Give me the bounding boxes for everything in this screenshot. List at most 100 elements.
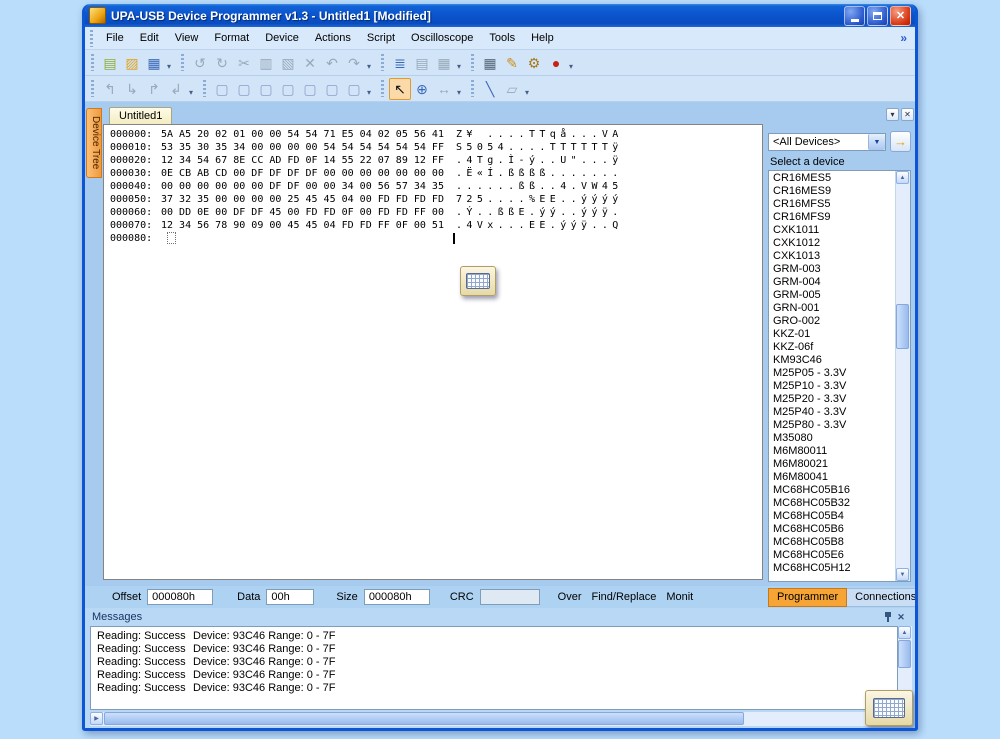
messages-log[interactable]: Reading: SuccessDevice: 93C46 Range: 0 -…	[90, 626, 898, 710]
toolbar-overflow-chevron[interactable]: ▾	[189, 88, 193, 100]
device-filter-combo[interactable]: <All Devices> ▼	[768, 133, 886, 151]
menu-item[interactable]: View	[167, 29, 207, 47]
menu-item[interactable]: Tools	[481, 29, 523, 47]
device-list-item[interactable]: MC68HC05B6	[769, 523, 896, 536]
device-list-item[interactable]: GRM-005	[769, 289, 896, 302]
messages-horizontal-scrollbar[interactable]: ◀ ▶	[90, 712, 898, 726]
hex-bytes[interactable]: 12 34 56 78 90 09 00 45 45 04 FD FD FF 0…	[161, 219, 456, 232]
messages-close-button[interactable]: ✕	[894, 611, 908, 624]
device-list-item[interactable]: KKZ-06f	[769, 341, 896, 354]
hex-ascii[interactable]: .Ë«Í.ßßßß.......	[456, 168, 623, 179]
toolbar-overflow-chevron[interactable]: ▾	[569, 62, 573, 74]
hex-bytes[interactable]: 5A A5 20 02 01 00 00 54 54 71 E5 04 02 0…	[161, 128, 456, 141]
device-list-item[interactable]: M25P80 - 3.3V	[769, 419, 896, 432]
toolbar-overflow-chevron[interactable]: ▾	[457, 62, 461, 74]
menu-grip[interactable]	[90, 30, 93, 47]
device-list-item[interactable]: GRM-004	[769, 276, 896, 289]
dword-mode-button[interactable]: ▢	[255, 78, 277, 100]
hex-bytes[interactable]: 00 00 00 00 00 00 DF DF 00 00 34 00 56 5…	[161, 180, 456, 193]
hex-bytes[interactable]: 37 32 35 00 00 00 00 25 45 45 04 00 FD F…	[161, 193, 456, 206]
script-editor-button[interactable]: ✎	[501, 52, 523, 74]
report-button[interactable]: ≣	[389, 52, 411, 74]
debug-button[interactable]: ●	[545, 52, 567, 74]
hex-editor[interactable]: 000000:5A A5 20 02 01 00 00 54 54 71 E5 …	[103, 124, 763, 580]
device-list-item[interactable]: KKZ-01	[769, 328, 896, 341]
draw-line-button[interactable]: ╲	[479, 78, 501, 100]
byte-mode-button[interactable]: ▢	[211, 78, 233, 100]
paste-block-button[interactable]: ▢	[321, 78, 343, 100]
toolbar-overflow-chevron[interactable]: ▾	[457, 88, 461, 100]
device-list-item[interactable]: CXK1013	[769, 250, 896, 263]
menu-item[interactable]: Oscilloscope	[403, 29, 481, 47]
toolbar-grip[interactable]	[203, 80, 206, 97]
device-list[interactable]: CR16MES5CR16MES9CR16MFS5CR16MFS9CXK1011C…	[768, 170, 911, 582]
hex-bytes[interactable]: 53 35 30 35 34 00 00 00 00 54 54 54 54 5…	[161, 141, 456, 154]
offset-field[interactable]: 000080h	[147, 589, 213, 605]
measure-tool-button[interactable]: ▱	[501, 78, 523, 100]
device-list-item[interactable]: M25P20 - 3.3V	[769, 393, 896, 406]
device-list-item[interactable]: MC68HC05B4	[769, 510, 896, 523]
tab-programmer[interactable]: Programmer	[768, 588, 847, 607]
device-list-item[interactable]: CR16MES9	[769, 185, 896, 198]
toolbar-overflow-chevron[interactable]: ▾	[167, 62, 171, 74]
menu-item[interactable]: Format	[206, 29, 257, 47]
device-list-item[interactable]: MC68HC05B8	[769, 536, 896, 549]
close-button[interactable]: ✕	[890, 6, 911, 26]
menu-item[interactable]: Help	[523, 29, 562, 47]
pin-button[interactable]	[880, 611, 894, 624]
delete-button[interactable]: ✕	[299, 52, 321, 74]
scroll-right-button[interactable]: ▶	[90, 712, 103, 725]
device-list-item[interactable]: M6M80011	[769, 445, 896, 458]
device-list-item[interactable]: M35080	[769, 432, 896, 445]
device-list-item[interactable]: M6M80041	[769, 471, 896, 484]
mdi-close-button[interactable]: ✕	[901, 108, 914, 121]
scroll-thumb[interactable]	[896, 304, 909, 349]
size-field[interactable]: 000080h	[364, 589, 430, 605]
hex-ascii[interactable]: 725....%EE..ýýýý	[456, 194, 623, 205]
toolbar-grip[interactable]	[91, 54, 94, 71]
device-manager-button[interactable]: ⚙	[523, 52, 545, 74]
device-list-item[interactable]: MC68HC05H12	[769, 562, 896, 575]
title-bar[interactable]: UPA-USB Device Programmer v1.3 - Untitle…	[85, 4, 915, 27]
properties-button[interactable]: ▤	[411, 52, 433, 74]
device-list-item[interactable]: M6M80021	[769, 458, 896, 471]
menu-item[interactable]: Actions	[307, 29, 359, 47]
step-up-button[interactable]: ↱	[143, 78, 165, 100]
device-list-scrollbar[interactable]: ▲ ▼	[895, 171, 910, 581]
device-list-item[interactable]: GRO-002	[769, 315, 896, 328]
copy-button[interactable]: ▥	[255, 52, 277, 74]
hex-ascii[interactable]: .Ý..ßßE.ýý..ýýÿ.	[456, 207, 623, 218]
device-list-item[interactable]: MC68HC05E6	[769, 549, 896, 562]
data-field[interactable]: 00h	[266, 589, 314, 605]
undo-button[interactable]: ↶	[321, 52, 343, 74]
grid-view-button[interactable]: ▦	[479, 52, 501, 74]
step-down-button[interactable]: ↲	[165, 78, 187, 100]
virtual-keyboard-button-corner[interactable]	[865, 690, 913, 726]
toolbar-grip[interactable]	[471, 80, 474, 97]
app-icon[interactable]	[89, 7, 106, 24]
toolbar-overflow-chevron[interactable]: ▾	[367, 88, 371, 100]
combo-dropdown-button[interactable]: ▼	[868, 134, 885, 150]
new-file-button[interactable]: ▤	[99, 52, 121, 74]
device-list-item[interactable]: KM93C46	[769, 354, 896, 367]
save-button[interactable]: ▦	[143, 52, 165, 74]
device-list-item[interactable]: CR16MFS5	[769, 198, 896, 211]
hex-bytes[interactable]: 00 DD 0E 00 DF DF 45 00 FD FD 0F 00 FD F…	[161, 206, 456, 219]
cut-button[interactable]: ✂	[233, 52, 255, 74]
redo-button[interactable]: ↷	[343, 52, 365, 74]
menu-item[interactable]: Edit	[132, 29, 167, 47]
toolbar-grip[interactable]	[381, 80, 384, 97]
fill-block-button[interactable]: ▢	[277, 78, 299, 100]
device-list-item[interactable]: CXK1012	[769, 237, 896, 250]
device-list-item[interactable]: CR16MFS9	[769, 211, 896, 224]
toolbar-grip[interactable]	[381, 54, 384, 71]
scroll-thumb[interactable]	[104, 712, 744, 725]
jump-forward-button[interactable]: ↳	[121, 78, 143, 100]
hex-ascii[interactable]: .4Vx...EE.ýýÿ..Q	[456, 220, 623, 231]
toolbar-grip[interactable]	[91, 80, 94, 97]
toolbar-grip[interactable]	[181, 54, 184, 71]
hex-ascii[interactable]: Z¥ ....TTqå...VA	[456, 129, 623, 140]
find-replace-indicator[interactable]: Find/Replace	[592, 591, 657, 603]
scroll-up-button[interactable]: ▲	[898, 626, 911, 639]
hex-ascii[interactable]: S5054....TTTTTTÿ	[456, 142, 623, 153]
